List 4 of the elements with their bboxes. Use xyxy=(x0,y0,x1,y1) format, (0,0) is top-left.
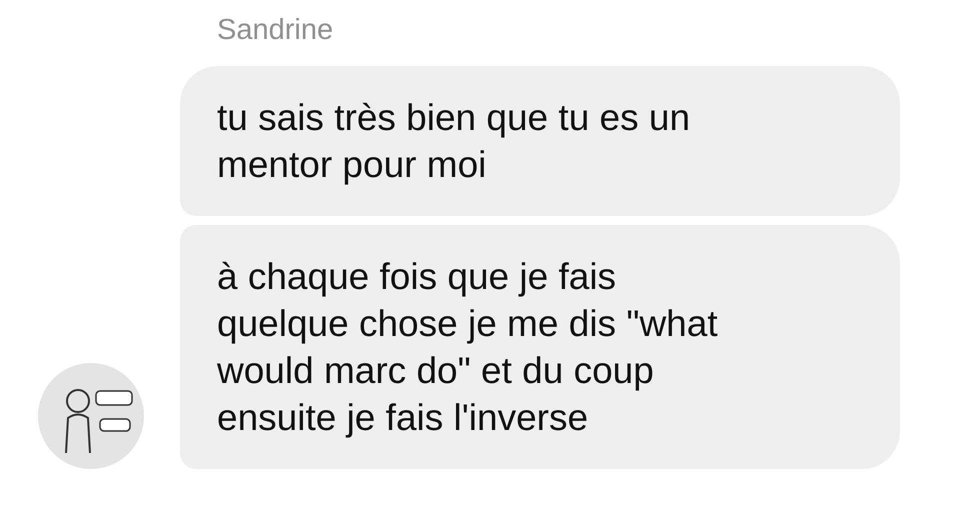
sender-name: Sandrine xyxy=(217,14,334,48)
message-text: à chaque fois que je fais quelque chose je me dis "what would marc do" et du coup ensuite je fais l'inverse xyxy=(217,255,719,440)
message-text: tu sais très bien que tu es un mentor pour moi xyxy=(217,96,692,187)
avatar-icon xyxy=(38,363,144,469)
